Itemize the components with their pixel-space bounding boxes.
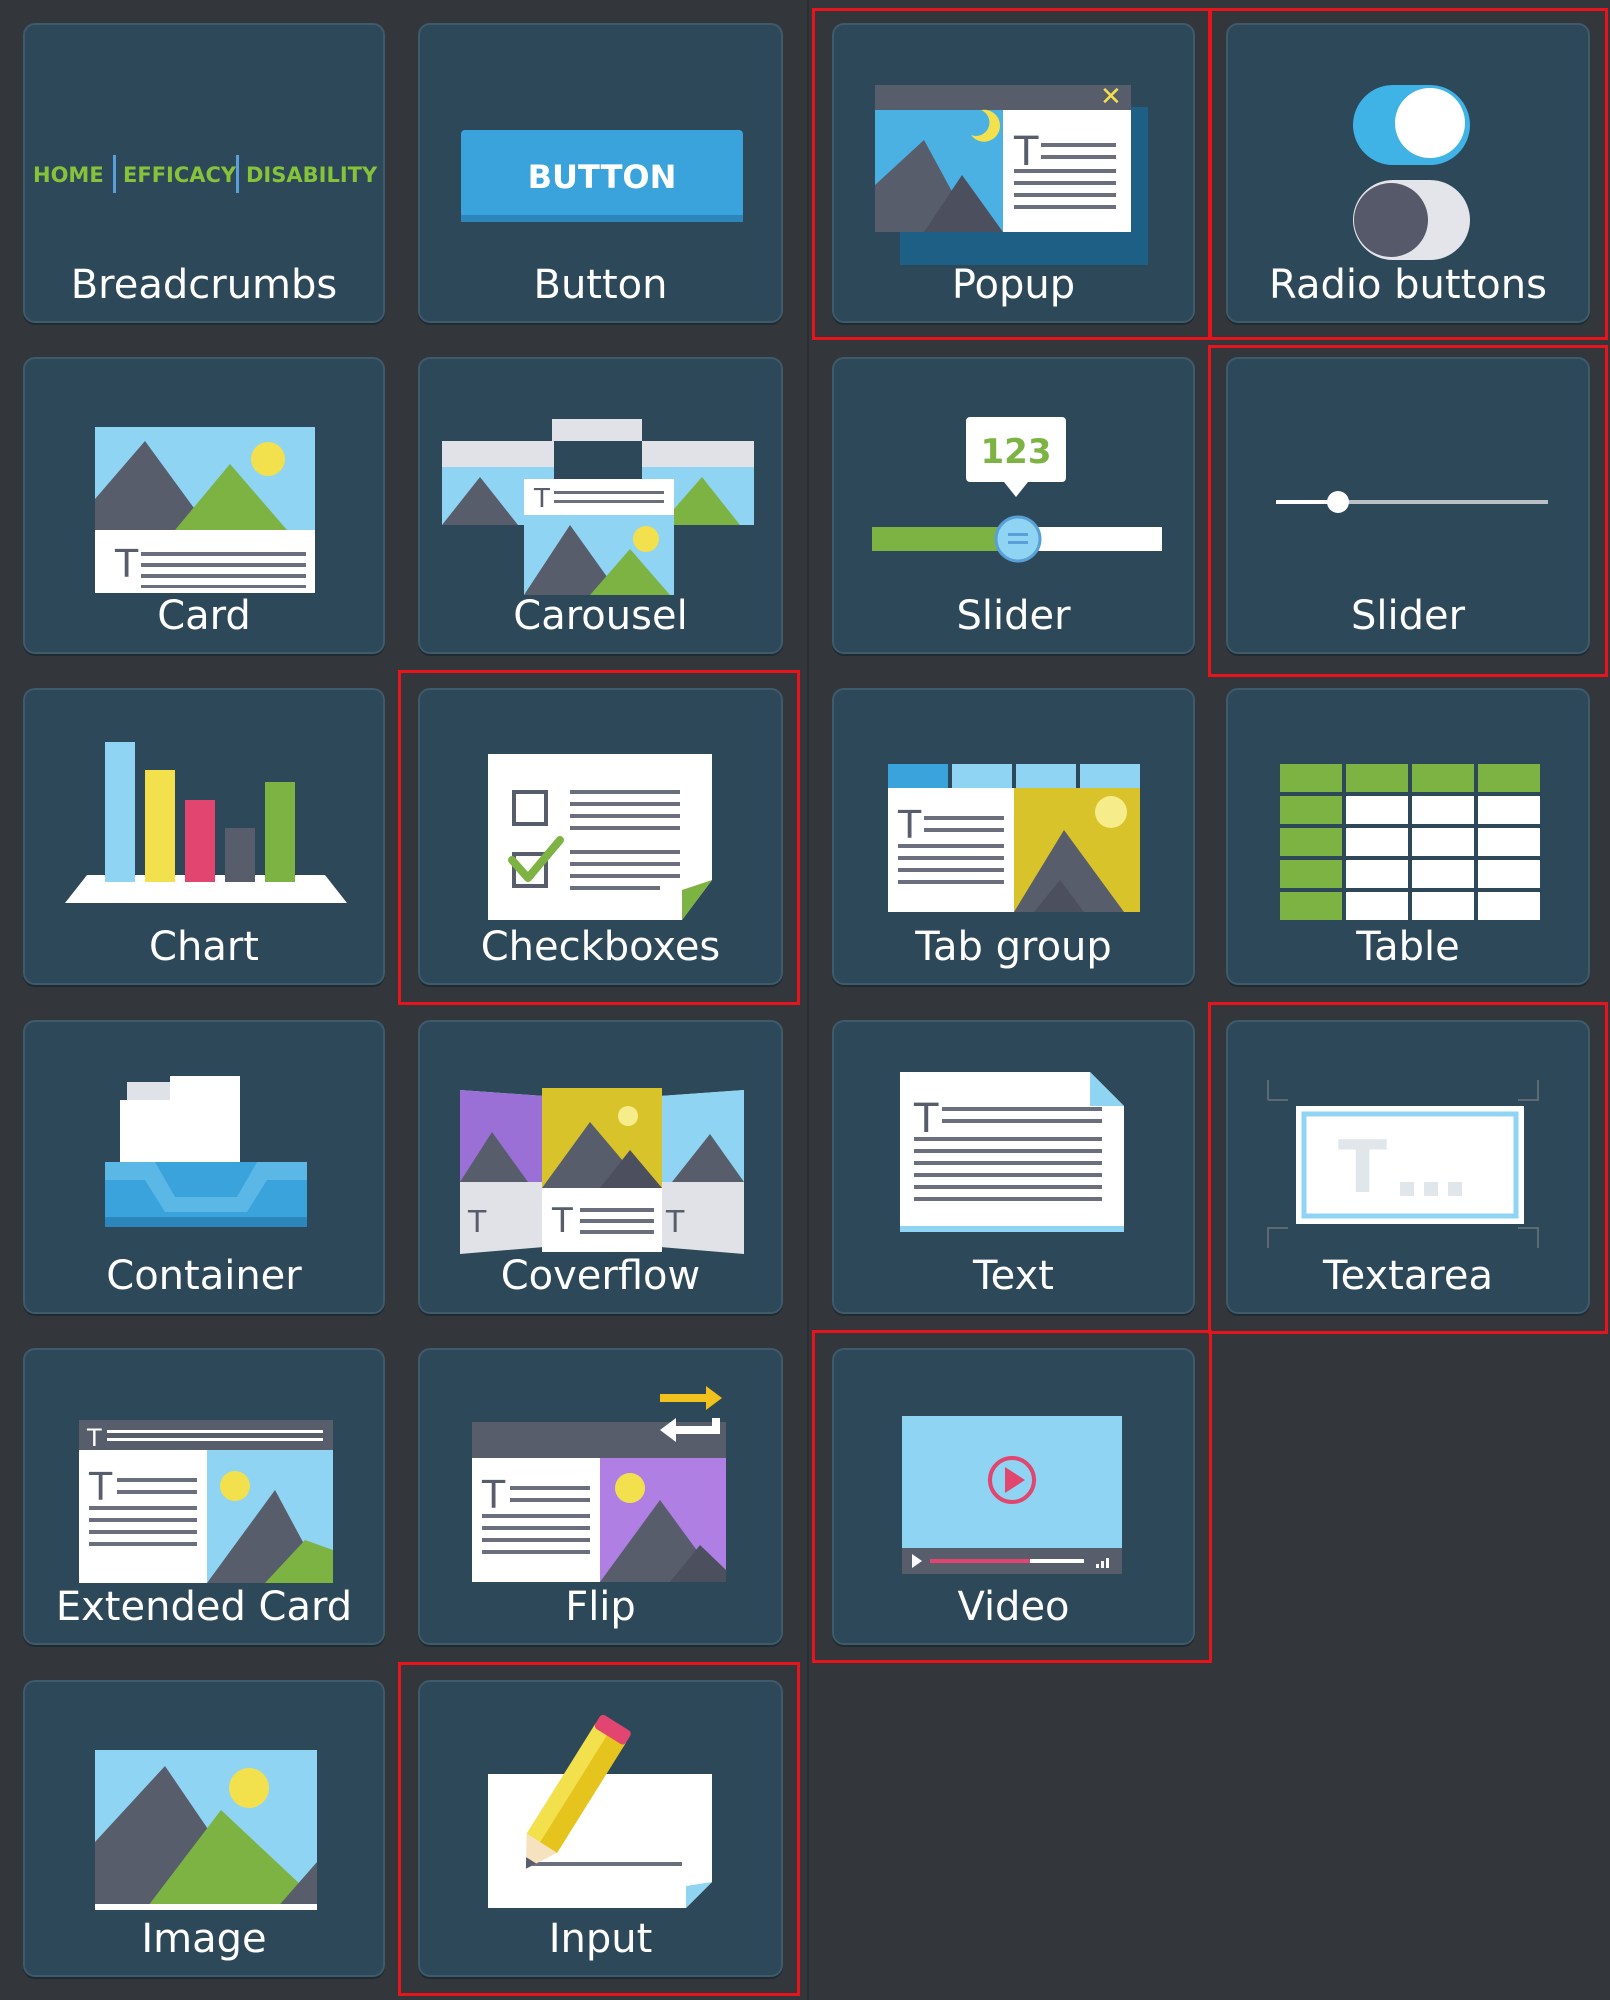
video-player-icon <box>902 1416 1122 1574</box>
tile-label: Card <box>157 593 251 639</box>
carousel-icon: T <box>442 419 754 595</box>
tile-label: Popup <box>951 262 1076 308</box>
checkboxes-icon <box>488 754 712 920</box>
slider-value-icon: 123 <box>872 417 1162 563</box>
tile-radio-buttons[interactable]: Radio buttons <box>1226 23 1590 323</box>
bar-chart-icon <box>65 742 347 903</box>
tile-label: Table <box>1356 924 1460 970</box>
svg-text:T: T <box>913 1096 939 1142</box>
tile-label: Container <box>106 1253 302 1299</box>
svg-text:T: T <box>1338 1125 1387 1209</box>
tile-label: Text <box>973 1253 1054 1299</box>
table-icon <box>1280 764 1540 920</box>
tile-label: Chart <box>149 924 259 970</box>
svg-text:T: T <box>533 484 550 514</box>
tile-popup[interactable]: ✕ T Popup <box>832 23 1195 323</box>
coverflow-icon: T T T <box>460 1088 744 1254</box>
button-icon: BUTTON <box>461 130 743 222</box>
sample-button-text: BUTTON <box>528 158 677 196</box>
tile-label: Slider <box>1350 593 1466 639</box>
tile-coverflow[interactable]: T T T Coverflow <box>418 1020 783 1314</box>
tile-slider-value[interactable]: 123 Slider <box>832 357 1195 654</box>
tile-image[interactable]: Image <box>23 1680 385 1977</box>
svg-text:T: T <box>467 1205 487 1240</box>
svg-text:T: T <box>88 1465 113 1509</box>
tile-breadcrumbs[interactable]: HOME EFFICACY DISABILITY Breadcrumbs <box>23 23 385 323</box>
tile-label: Flip <box>565 1584 636 1630</box>
tile-label: Tab group <box>915 924 1112 970</box>
slider-simple-icon <box>1276 491 1548 513</box>
tile-container[interactable]: Container <box>23 1020 385 1314</box>
slider-value-text: 123 <box>981 432 1052 472</box>
card-icon: T <box>95 427 315 593</box>
tile-label: Extended Card <box>55 1584 353 1630</box>
tile-label: Checkboxes <box>480 924 721 970</box>
tile-input[interactable]: Input <box>418 1680 783 1977</box>
toggle-switch-icon <box>1353 85 1470 260</box>
tile-label: Radio buttons <box>1269 262 1547 308</box>
breadcrumb-disability: DISABILITY <box>246 163 378 187</box>
svg-text:T: T <box>551 1201 573 1241</box>
tile-label: Video <box>957 1584 1070 1630</box>
textarea-icon: T <box>1267 1080 1539 1248</box>
tile-label: Carousel <box>513 593 688 639</box>
tile-text[interactable]: T Text <box>832 1020 1195 1314</box>
tile-video[interactable]: Video <box>832 1348 1195 1645</box>
tile-label: Button <box>533 262 668 308</box>
tile-label: Coverflow <box>500 1253 701 1299</box>
text-document-icon: T <box>900 1072 1124 1232</box>
tile-flip[interactable]: T Flip <box>418 1348 783 1645</box>
breadcrumbs-icon: HOME EFFICACY DISABILITY <box>33 155 378 193</box>
svg-text:T: T <box>1013 129 1039 175</box>
tile-tab-group[interactable]: T Tab group <box>832 688 1195 985</box>
tile-chart[interactable]: Chart <box>23 688 385 985</box>
svg-text:T: T <box>86 1424 102 1452</box>
tile-slider-simple[interactable]: Slider <box>1226 357 1590 654</box>
tile-textarea[interactable]: T Textarea <box>1226 1020 1590 1314</box>
breadcrumb-efficacy: EFFICACY <box>123 163 237 187</box>
tile-label: Slider <box>956 593 1071 639</box>
popup-icon: ✕ T <box>875 82 1148 265</box>
svg-text:✕: ✕ <box>1100 82 1122 112</box>
breadcrumb-home: HOME <box>33 163 104 187</box>
tab-group-icon: T <box>888 764 1140 912</box>
tile-card[interactable]: T Card <box>23 357 385 654</box>
input-pencil-icon <box>488 1714 712 1908</box>
flip-card-icon: T <box>472 1386 726 1582</box>
tile-carousel[interactable]: T Carousel <box>418 357 783 654</box>
tile-checkboxes[interactable]: Checkboxes <box>418 688 783 985</box>
tile-table[interactable]: Table <box>1226 688 1590 985</box>
image-landscape-icon <box>95 1750 317 1910</box>
svg-text:T: T <box>481 1473 506 1517</box>
svg-text:T: T <box>897 803 922 847</box>
widget-gallery: HOME EFFICACY DISABILITY Breadcrumbs BUT… <box>0 0 1610 2000</box>
tile-label: Breadcrumbs <box>70 262 338 308</box>
tile-label: Input <box>548 1916 653 1962</box>
extended-card-icon: T T <box>79 1420 333 1583</box>
svg-text:T: T <box>114 542 139 586</box>
svg-text:T: T <box>665 1205 685 1240</box>
tile-label: Textarea <box>1322 1253 1494 1299</box>
tile-extended-card[interactable]: T T Extended Card <box>23 1348 385 1645</box>
tile-button[interactable]: BUTTON Button <box>418 23 783 323</box>
container-tray-icon <box>105 1076 307 1227</box>
tile-label: Image <box>141 1916 267 1962</box>
